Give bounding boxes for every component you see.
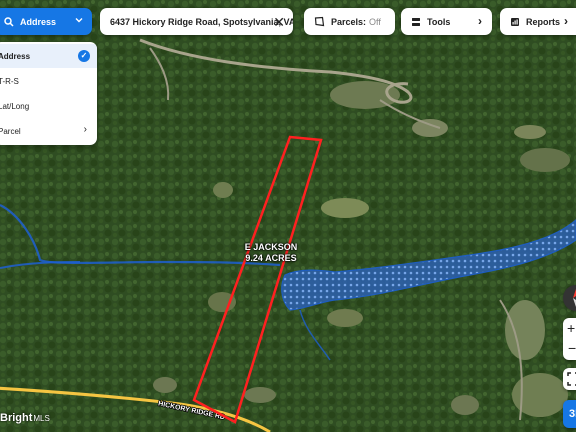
search-icon <box>4 16 14 27</box>
zoom-out-icon[interactable]: − <box>568 340 576 356</box>
reports-label: Reports <box>526 16 561 27</box>
reports-button[interactable]: Reports › <box>500 8 576 35</box>
compass-icon <box>573 289 576 307</box>
chevron-down-icon <box>75 16 83 26</box>
parcels-state: Off <box>369 16 381 27</box>
menu-item-trs[interactable]: T-R-S <box>0 69 97 93</box>
chevron-right-icon: › <box>478 14 482 28</box>
tools-button[interactable]: Tools › <box>401 8 492 35</box>
tools-label: Tools <box>427 16 451 27</box>
logo-sub: MLS <box>33 414 50 423</box>
parcel-label: E JACKSON 9.24 ACRES <box>236 242 306 264</box>
view-3d-button[interactable]: 3D <box>563 400 576 428</box>
menu-item-parcel[interactable]: Parcel › <box>0 119 97 143</box>
zoom-control: + − <box>563 318 576 360</box>
logo-brand: Bright <box>0 412 33 424</box>
report-icon <box>510 17 520 27</box>
search-type-label: Address <box>20 16 57 27</box>
menu-item-label: T-R-S <box>0 76 19 86</box>
view-3d-label: 3D <box>569 408 576 420</box>
close-icon[interactable]: ✕ <box>273 14 285 31</box>
chevron-right-icon: › <box>83 124 87 135</box>
stack-icon <box>411 17 421 27</box>
fullscreen-button[interactable] <box>563 368 576 390</box>
parcel-owner: E JACKSON <box>244 242 298 252</box>
zoom-in-icon[interactable]: + <box>567 320 575 336</box>
fullscreen-icon <box>567 372 576 386</box>
menu-item-address[interactable]: Address ✓ <box>0 44 97 68</box>
compass-button[interactable] <box>563 285 576 311</box>
parcel-shape-icon <box>314 16 325 27</box>
address-search-field[interactable]: 6437 Hickory Ridge Road, Spotsylvania, V… <box>100 8 293 35</box>
menu-item-label: Address <box>0 51 31 61</box>
brand-logo: BrightMLS <box>0 412 50 424</box>
search-type-dropdown[interactable]: Address <box>0 8 92 35</box>
parcel-acreage: 9.24 ACRES <box>245 253 297 263</box>
menu-item-latlong[interactable]: Lat/Long <box>0 94 97 118</box>
address-value: 6437 Hickory Ridge Road, Spotsylvania, V… <box>110 16 293 27</box>
menu-item-label: Lat/Long <box>0 101 30 111</box>
parcels-toggle-button[interactable]: Parcels: Off <box>304 8 395 35</box>
checkmark-icon: ✓ <box>78 50 90 62</box>
search-type-menu: Address ✓ T-R-S Lat/Long Parcel › <box>0 42 97 145</box>
menu-item-label: Parcel <box>0 126 21 136</box>
chevron-right-icon: › <box>564 14 568 28</box>
parcels-label: Parcels: <box>331 16 367 27</box>
